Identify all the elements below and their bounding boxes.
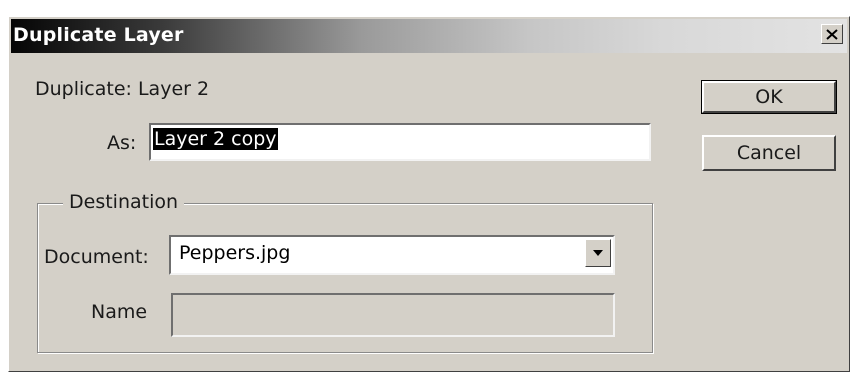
duplicate-label-row: Duplicate: Layer 2 bbox=[35, 78, 209, 100]
destination-legend: Destination bbox=[63, 191, 185, 213]
cancel-button[interactable]: Cancel bbox=[702, 135, 836, 171]
duplicate-label: Duplicate: bbox=[35, 78, 132, 100]
as-input-value: Layer 2 copy bbox=[153, 128, 278, 150]
document-select[interactable]: Peppers.jpg bbox=[169, 235, 615, 275]
as-input[interactable]: Layer 2 copy bbox=[149, 123, 651, 161]
document-label: Document: bbox=[44, 246, 149, 268]
as-label: As: bbox=[107, 132, 137, 154]
dialog-title: Duplicate Layer bbox=[13, 24, 184, 46]
source-layer-name: Layer 2 bbox=[137, 78, 210, 100]
title-bar[interactable]: Duplicate Layer bbox=[11, 19, 847, 53]
duplicate-layer-dialog: Duplicate Layer Duplicate: Layer 2 As: L… bbox=[8, 16, 850, 372]
chevron-down-icon bbox=[593, 250, 603, 256]
document-dropdown-button[interactable] bbox=[585, 239, 611, 267]
name-input[interactable] bbox=[171, 293, 615, 337]
document-select-value: Peppers.jpg bbox=[179, 242, 291, 264]
name-label: Name bbox=[91, 301, 148, 323]
close-button[interactable] bbox=[821, 24, 843, 44]
ok-button[interactable]: OK bbox=[701, 80, 837, 114]
as-input-text-wrapper: Layer 2 copy bbox=[153, 128, 278, 150]
close-icon bbox=[826, 28, 838, 40]
